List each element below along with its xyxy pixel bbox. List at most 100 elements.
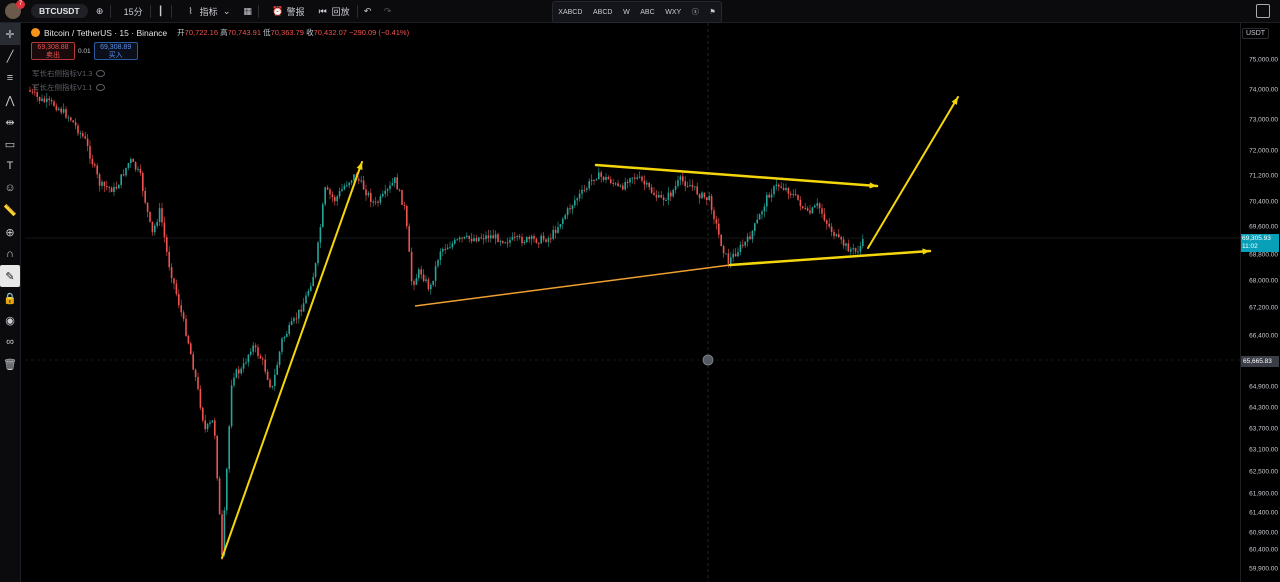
candle-body xyxy=(199,388,202,408)
candle-body xyxy=(154,225,156,233)
candle-body xyxy=(434,266,437,281)
open-key: 开 xyxy=(177,28,185,37)
candle-body xyxy=(67,117,70,119)
candle-body xyxy=(410,251,413,282)
candle-body xyxy=(662,197,665,201)
candle-body xyxy=(269,379,271,388)
candle-body xyxy=(746,236,749,242)
candle-body xyxy=(492,235,494,239)
candle-body xyxy=(103,181,106,186)
candle-body xyxy=(626,182,629,184)
candle-body xyxy=(799,199,802,207)
candle-body xyxy=(125,167,127,176)
candle-body xyxy=(547,238,550,242)
indicator-row[interactable]: 军长右侧指标V1.3 xyxy=(32,68,106,79)
price-tick-label: 68,800.00 xyxy=(1249,251,1278,259)
candle-body xyxy=(317,242,319,264)
price-tick-label: 62,500.00 xyxy=(1249,468,1278,476)
candle-body xyxy=(600,172,602,177)
candle-body xyxy=(420,269,422,275)
candle-body xyxy=(406,206,408,227)
candle-body xyxy=(842,239,845,246)
candle-body xyxy=(629,178,631,183)
candle-body xyxy=(166,237,168,252)
candle-body xyxy=(238,369,240,374)
ohlc-values: 开70,722.16 高70,743.91 低70,363.79 收70,432… xyxy=(177,27,409,38)
price-tick-label: 64,900.00 xyxy=(1249,383,1278,391)
candle-body xyxy=(254,345,257,348)
candle-body xyxy=(58,108,60,111)
candle-body xyxy=(538,242,540,244)
currency-selector[interactable]: USDT xyxy=(1242,28,1270,39)
symbol-title[interactable]: Bitcoin / TetherUS · 15 · Binance xyxy=(44,28,167,38)
candle-body xyxy=(835,234,838,237)
candle-body xyxy=(598,172,600,180)
price-chart[interactable] xyxy=(0,0,1280,582)
eye-icon[interactable] xyxy=(96,84,106,91)
candle-body xyxy=(804,207,806,209)
candle-body xyxy=(130,159,132,164)
support-trendline-extension xyxy=(728,249,932,267)
support-trendline-extension-arrowhead xyxy=(922,248,930,255)
candle-body xyxy=(542,235,545,240)
candle-body xyxy=(415,278,418,285)
candle-body xyxy=(86,138,89,146)
candle-body xyxy=(319,227,322,243)
candle-body xyxy=(216,435,218,479)
candle-body xyxy=(197,377,199,389)
buy-button[interactable]: 69,308.89 买入 xyxy=(93,42,138,60)
candle-body xyxy=(230,385,233,427)
candle-body xyxy=(89,145,91,159)
candle-body xyxy=(389,185,391,190)
candle-body xyxy=(170,267,173,279)
candle-body xyxy=(175,283,178,295)
candle-body xyxy=(242,363,245,369)
candle-body xyxy=(809,210,811,214)
price-tick-label: 75,000.00 xyxy=(1249,56,1278,64)
candle-body xyxy=(545,239,547,242)
candle-body xyxy=(715,219,718,224)
candle-body xyxy=(590,179,593,182)
candle-body xyxy=(456,239,458,241)
current-price: 69,305.93 xyxy=(1242,235,1271,242)
candle-body xyxy=(566,208,569,216)
candle-body xyxy=(439,251,442,261)
price-tick-label: 68,000.00 xyxy=(1249,277,1278,285)
candle-body xyxy=(701,192,703,199)
sell-button[interactable]: 69,308.88 卖出 xyxy=(31,42,75,60)
spread: 0.01 xyxy=(78,47,91,55)
candle-body xyxy=(110,187,113,193)
indicator-row[interactable]: 军长左侧指标V1.1 xyxy=(32,82,106,93)
candle-body xyxy=(749,236,751,240)
candle-body xyxy=(235,369,238,378)
candle-body xyxy=(149,211,151,222)
candle-body xyxy=(211,420,214,423)
candle-body xyxy=(698,194,701,199)
candle-body xyxy=(802,206,804,208)
candle-body xyxy=(660,195,662,198)
candle-body xyxy=(691,185,694,188)
high-key: 高 xyxy=(220,28,228,37)
candle-body xyxy=(494,234,497,239)
candle-body xyxy=(624,182,626,190)
candle-body xyxy=(144,190,146,203)
candle-body xyxy=(41,98,43,101)
candle-body xyxy=(382,193,384,197)
candle-body xyxy=(710,195,713,211)
chart-legend: Bitcoin / TetherUS · 15 · Binance 开70,72… xyxy=(31,27,409,38)
candle-body xyxy=(470,238,473,242)
candle-body xyxy=(65,109,67,118)
candle-body xyxy=(122,174,125,176)
candle-body xyxy=(487,235,490,239)
candle-body xyxy=(96,165,98,175)
candle-body xyxy=(641,176,643,181)
candle-body xyxy=(550,238,552,240)
candle-body xyxy=(173,278,175,284)
candle-body xyxy=(696,186,698,195)
candle-body xyxy=(850,249,852,252)
eye-icon[interactable] xyxy=(96,70,106,77)
price-axis[interactable]: 75,000.00 74,000.00 73,000.00 72,000.00 71,2… xyxy=(1240,23,1280,582)
low-value: 70,363.79 xyxy=(270,28,304,37)
candle-body xyxy=(742,244,744,246)
candle-body xyxy=(458,237,461,240)
